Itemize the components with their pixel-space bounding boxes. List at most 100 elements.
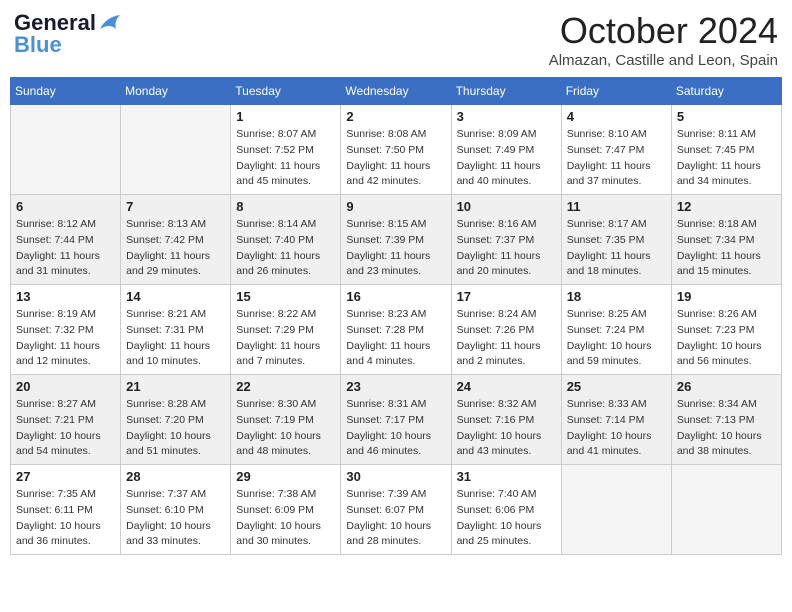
sunset-text: Sunset: 7:49 PM bbox=[457, 143, 556, 159]
day-number: 20 bbox=[16, 379, 115, 394]
col-wednesday: Wednesday bbox=[341, 78, 451, 105]
month-title: October 2024 bbox=[549, 10, 778, 52]
day-number: 27 bbox=[16, 469, 115, 484]
day-info: Sunrise: 8:34 AMSunset: 7:13 PMDaylight:… bbox=[677, 397, 776, 460]
daylight-text: Daylight: 10 hours and 25 minutes. bbox=[457, 519, 556, 551]
day-info: Sunrise: 8:26 AMSunset: 7:23 PMDaylight:… bbox=[677, 307, 776, 370]
sunset-text: Sunset: 7:35 PM bbox=[567, 233, 666, 249]
sunrise-text: Sunrise: 7:39 AM bbox=[346, 487, 445, 503]
sunset-text: Sunset: 7:14 PM bbox=[567, 413, 666, 429]
sunrise-text: Sunrise: 7:38 AM bbox=[236, 487, 335, 503]
sunrise-text: Sunrise: 8:28 AM bbox=[126, 397, 225, 413]
sunrise-text: Sunrise: 8:26 AM bbox=[677, 307, 776, 323]
day-number: 12 bbox=[677, 199, 776, 214]
sunrise-text: Sunrise: 8:19 AM bbox=[16, 307, 115, 323]
sunrise-text: Sunrise: 8:22 AM bbox=[236, 307, 335, 323]
sunrise-text: Sunrise: 7:35 AM bbox=[16, 487, 115, 503]
daylight-text: Daylight: 10 hours and 48 minutes. bbox=[236, 429, 335, 461]
calendar-day-cell: 25Sunrise: 8:33 AMSunset: 7:14 PMDayligh… bbox=[561, 375, 671, 465]
sunrise-text: Sunrise: 8:11 AM bbox=[677, 127, 776, 143]
calendar-day-cell bbox=[671, 465, 781, 555]
day-number: 7 bbox=[126, 199, 225, 214]
day-number: 22 bbox=[236, 379, 335, 394]
sunset-text: Sunset: 7:50 PM bbox=[346, 143, 445, 159]
daylight-text: Daylight: 11 hours and 26 minutes. bbox=[236, 249, 335, 281]
day-number: 9 bbox=[346, 199, 445, 214]
sunset-text: Sunset: 7:37 PM bbox=[457, 233, 556, 249]
day-info: Sunrise: 7:39 AMSunset: 6:07 PMDaylight:… bbox=[346, 487, 445, 550]
day-info: Sunrise: 8:08 AMSunset: 7:50 PMDaylight:… bbox=[346, 127, 445, 190]
daylight-text: Daylight: 11 hours and 15 minutes. bbox=[677, 249, 776, 281]
day-number: 8 bbox=[236, 199, 335, 214]
sunset-text: Sunset: 6:07 PM bbox=[346, 503, 445, 519]
day-info: Sunrise: 8:18 AMSunset: 7:34 PMDaylight:… bbox=[677, 217, 776, 280]
daylight-text: Daylight: 11 hours and 7 minutes. bbox=[236, 339, 335, 371]
day-info: Sunrise: 8:15 AMSunset: 7:39 PMDaylight:… bbox=[346, 217, 445, 280]
sunrise-text: Sunrise: 8:27 AM bbox=[16, 397, 115, 413]
day-number: 1 bbox=[236, 109, 335, 124]
sunrise-text: Sunrise: 8:31 AM bbox=[346, 397, 445, 413]
sunset-text: Sunset: 7:19 PM bbox=[236, 413, 335, 429]
calendar-day-cell: 6 Sunrise: 8:12 AMSunset: 7:44 PMDaylight… bbox=[11, 195, 121, 285]
daylight-text: Daylight: 11 hours and 31 minutes. bbox=[16, 249, 115, 281]
col-tuesday: Tuesday bbox=[231, 78, 341, 105]
daylight-text: Daylight: 10 hours and 43 minutes. bbox=[457, 429, 556, 461]
day-number: 23 bbox=[346, 379, 445, 394]
day-info: Sunrise: 8:14 AMSunset: 7:40 PMDaylight:… bbox=[236, 217, 335, 280]
sunrise-text: Sunrise: 7:40 AM bbox=[457, 487, 556, 503]
sunset-text: Sunset: 6:11 PM bbox=[16, 503, 115, 519]
sunrise-text: Sunrise: 8:30 AM bbox=[236, 397, 335, 413]
daylight-text: Daylight: 11 hours and 18 minutes. bbox=[567, 249, 666, 281]
daylight-text: Daylight: 11 hours and 29 minutes. bbox=[126, 249, 225, 281]
sunrise-text: Sunrise: 8:16 AM bbox=[457, 217, 556, 233]
calendar-week-row: 27 Sunrise: 7:35 AMSunset: 6:11 PM Dayligh… bbox=[11, 465, 782, 555]
sunset-text: Sunset: 7:45 PM bbox=[677, 143, 776, 159]
day-number: 16 bbox=[346, 289, 445, 304]
sunrise-text: Sunrise: 8:32 AM bbox=[457, 397, 556, 413]
sunset-text: Sunset: 7:26 PM bbox=[457, 323, 556, 339]
calendar-day-cell bbox=[121, 105, 231, 195]
calendar-day-cell: 23Sunrise: 8:31 AMSunset: 7:17 PMDayligh… bbox=[341, 375, 451, 465]
sunrise-text: Sunrise: 8:08 AM bbox=[346, 127, 445, 143]
day-info: Sunrise: 8:12 AMSunset: 7:44 PMDaylight:… bbox=[16, 217, 115, 280]
day-number: 4 bbox=[567, 109, 666, 124]
daylight-text: Daylight: 11 hours and 40 minutes. bbox=[457, 159, 556, 191]
calendar-day-cell: 10Sunrise: 8:16 AMSunset: 7:37 PMDayligh… bbox=[451, 195, 561, 285]
sunset-text: Sunset: 7:28 PM bbox=[346, 323, 445, 339]
day-number: 26 bbox=[677, 379, 776, 394]
sunset-text: Sunset: 7:52 PM bbox=[236, 143, 335, 159]
day-info: Sunrise: 7:40 AMSunset: 6:06 PMDaylight:… bbox=[457, 487, 556, 550]
sunrise-text: Sunrise: 8:34 AM bbox=[677, 397, 776, 413]
calendar-day-cell: 20Sunrise: 8:27 AMSunset: 7:21 PMDayligh… bbox=[11, 375, 121, 465]
sunset-text: Sunset: 7:34 PM bbox=[677, 233, 776, 249]
sunrise-text: Sunrise: 8:17 AM bbox=[567, 217, 666, 233]
calendar-week-row: 13Sunrise: 8:19 AMSunset: 7:32 PMDayligh… bbox=[11, 285, 782, 375]
sunrise-text: Sunrise: 8:21 AM bbox=[126, 307, 225, 323]
col-thursday: Thursday bbox=[451, 78, 561, 105]
col-saturday: Saturday bbox=[671, 78, 781, 105]
day-info: Sunrise: 8:16 AMSunset: 7:37 PMDaylight:… bbox=[457, 217, 556, 280]
sunrise-text: Sunrise: 8:09 AM bbox=[457, 127, 556, 143]
day-info: Sunrise: 8:24 AMSunset: 7:26 PMDaylight:… bbox=[457, 307, 556, 370]
day-number: 6 bbox=[16, 199, 115, 214]
day-info: Sunrise: 8:28 AMSunset: 7:20 PMDaylight:… bbox=[126, 397, 225, 460]
day-info: Sunrise: 8:33 AMSunset: 7:14 PMDaylight:… bbox=[567, 397, 666, 460]
sunset-text: Sunset: 7:21 PM bbox=[16, 413, 115, 429]
calendar-day-cell: 18Sunrise: 8:25 AMSunset: 7:24 PMDayligh… bbox=[561, 285, 671, 375]
day-info: Sunrise: 7:37 AMSunset: 6:10 PMDaylight:… bbox=[126, 487, 225, 550]
col-sunday: Sunday bbox=[11, 78, 121, 105]
sunrise-text: Sunrise: 8:24 AM bbox=[457, 307, 556, 323]
daylight-text: Daylight: 11 hours and 45 minutes. bbox=[236, 159, 335, 191]
day-info: Sunrise: 8:10 AMSunset: 7:47 PMDaylight:… bbox=[567, 127, 666, 190]
logo: General Blue bbox=[14, 10, 120, 58]
day-number: 19 bbox=[677, 289, 776, 304]
day-number: 3 bbox=[457, 109, 556, 124]
calendar-header-row: Sunday Monday Tuesday Wednesday Thursday… bbox=[11, 78, 782, 105]
sunset-text: Sunset: 7:16 PM bbox=[457, 413, 556, 429]
sunset-text: Sunset: 7:24 PM bbox=[567, 323, 666, 339]
day-info: Sunrise: 8:07 AMSunset: 7:52 PMDaylight:… bbox=[236, 127, 335, 190]
calendar-week-row: 20 Sunrise: 8:27 AMSunset: 7:21 PM Dayligh… bbox=[11, 375, 782, 465]
logo-blue: Blue bbox=[14, 32, 62, 58]
calendar-day-cell: 4 Sunrise: 8:10 AMSunset: 7:47 PMDaylight… bbox=[561, 105, 671, 195]
calendar-day-cell: 28Sunrise: 7:37 AMSunset: 6:10 PMDayligh… bbox=[121, 465, 231, 555]
